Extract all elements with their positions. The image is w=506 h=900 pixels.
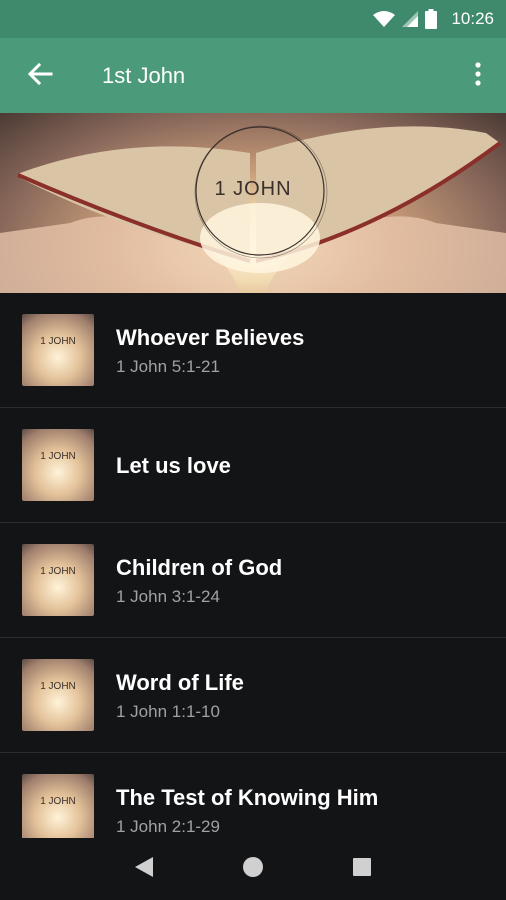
item-thumbnail: 1 JOHN [22,774,94,838]
back-button[interactable] [0,38,80,113]
thumbnail-label: 1 JOHN [40,336,76,347]
item-title: Word of Life [116,669,244,695]
chapter-list: 1 JOHN Whoever Believes 1 John 5:1-21 1 … [0,293,506,838]
item-title: Children of God [116,554,283,580]
thumbnail-label: 1 JOHN [40,566,76,577]
item-thumbnail: 1 JOHN [22,314,94,386]
battery-icon [425,9,438,29]
list-item[interactable]: 1 JOHN Word of Life 1 John 1:1-10 [0,638,506,753]
item-subtitle: 1 John 3:1-24 [116,586,220,606]
item-subtitle: 1 John 1:1-10 [116,701,220,721]
more-vertical-icon [475,61,481,90]
hero-label: 1 JOHN [214,178,292,200]
square-recents-icon [352,857,372,881]
item-subtitle: 1 John 2:1-29 [116,816,220,836]
item-subtitle: 1 John 5:1-21 [116,356,220,376]
list-item[interactable]: 1 JOHN Whoever Believes 1 John 5:1-21 [0,293,506,408]
item-thumbnail: 1 JOHN [22,544,94,616]
status-bar: 10:26 [0,0,506,38]
overflow-menu-button[interactable] [466,38,490,113]
item-thumbnail: 1 JOHN [22,429,94,501]
list-item[interactable]: 1 JOHN Let us love [0,408,506,523]
hero-banner-image: 1 JOHN [0,113,506,293]
list-item[interactable]: 1 JOHN The Test of Knowing Him 1 John 2:… [0,753,506,838]
triangle-back-icon [134,856,154,882]
app-bar: 1st John [0,38,506,113]
thumbnail-label: 1 JOHN [40,681,76,692]
item-title: Let us love [116,452,231,478]
circle-home-icon [242,856,264,882]
nav-back-button[interactable] [124,849,164,889]
nav-home-button[interactable] [233,849,273,889]
item-thumbnail: 1 JOHN [22,659,94,731]
system-nav-bar [0,838,506,900]
arrow-left-icon [27,62,53,90]
nav-recents-button[interactable] [342,849,382,889]
list-item[interactable]: 1 JOHN Children of God 1 John 3:1-24 [0,523,506,638]
wifi-icon [373,10,396,28]
page-title: 1st John [102,62,186,88]
thumbnail-label: 1 JOHN [40,451,76,462]
status-time: 10:26 [451,9,494,28]
cell-signal-icon [401,10,419,28]
thumbnail-label: 1 JOHN [40,796,76,807]
item-title: The Test of Knowing Him [116,784,379,810]
item-title: Whoever Believes [116,324,305,350]
